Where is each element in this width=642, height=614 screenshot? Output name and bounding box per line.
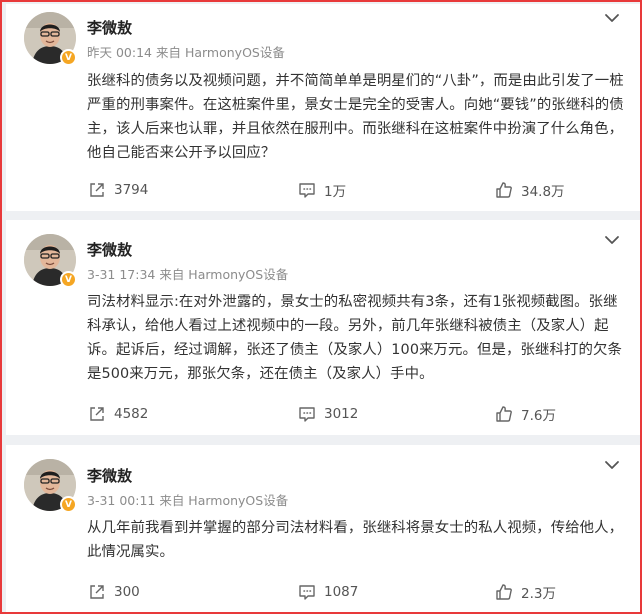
post-meta: 3-31 17:34 来自 HarmonyOS设备 bbox=[87, 267, 289, 282]
comment-button[interactable]: 3012 bbox=[298, 402, 358, 426]
like-button[interactable]: 34.8万 bbox=[495, 178, 565, 202]
author-name[interactable]: 李微敖 bbox=[87, 465, 132, 486]
share-button[interactable]: 300 bbox=[88, 580, 140, 604]
post-actions: 4582 3012 7.6万 bbox=[6, 402, 640, 426]
comment-count: 1087 bbox=[324, 584, 359, 600]
post-meta: 昨天 00:14 来自 HarmonyOS设备 bbox=[87, 45, 285, 60]
thumbs-up-icon bbox=[496, 182, 512, 198]
verified-badge-icon: V bbox=[60, 49, 77, 66]
share-count: 4582 bbox=[114, 406, 149, 422]
share-icon bbox=[90, 585, 104, 599]
post-card: V 李微敖 3-31 17:34 来自 HarmonyOS设备 司法材料显示:在… bbox=[6, 220, 640, 435]
verified-badge-icon: V bbox=[60, 496, 77, 513]
comment-icon bbox=[299, 183, 315, 198]
chevron-down-icon[interactable] bbox=[604, 234, 620, 246]
chevron-down-icon[interactable] bbox=[604, 459, 620, 471]
like-button[interactable]: 2.3万 bbox=[495, 580, 556, 604]
like-count: 34.8万 bbox=[521, 184, 565, 200]
post-actions: 3794 1万 34.8万 bbox=[6, 178, 640, 202]
post-actions: 300 1087 2.3万 bbox=[6, 580, 640, 604]
comment-icon bbox=[299, 407, 315, 422]
like-count: 2.3万 bbox=[521, 586, 556, 602]
comment-count: 3012 bbox=[324, 406, 359, 422]
share-icon bbox=[90, 407, 104, 421]
like-button[interactable]: 7.6万 bbox=[495, 402, 556, 426]
post-text: 从几年前我看到并掌握的部分司法材料看，张继科将景女士的私人视频，传给他人，此情况… bbox=[87, 520, 624, 560]
share-count: 3794 bbox=[114, 182, 149, 198]
post-meta: 3-31 00:11 来自 HarmonyOS设备 bbox=[87, 493, 289, 508]
post-text: 司法材料显示:在对外泄露的，景女士的私密视频共有3条，还有1张视频截图。张继科承… bbox=[87, 294, 622, 382]
share-icon bbox=[90, 183, 104, 197]
feed-frame: V 李微敖 昨天 00:14 来自 HarmonyOS设备 张继科的债务以及视频… bbox=[0, 0, 642, 614]
author-name[interactable]: 李微敖 bbox=[87, 239, 132, 260]
post-card: V 李微敖 3-31 00:11 来自 HarmonyOS设备 从几年前我看到并… bbox=[6, 445, 640, 612]
comment-icon bbox=[299, 585, 315, 600]
like-count: 7.6万 bbox=[521, 408, 556, 424]
share-button[interactable]: 4582 bbox=[88, 402, 148, 426]
comment-count: 1万 bbox=[324, 184, 347, 200]
post-card: V 李微敖 昨天 00:14 来自 HarmonyOS设备 张继科的债务以及视频… bbox=[6, 4, 640, 211]
thumbs-up-icon bbox=[496, 406, 512, 422]
share-button[interactable]: 3794 bbox=[88, 178, 148, 202]
chevron-down-icon[interactable] bbox=[604, 12, 620, 24]
share-count: 300 bbox=[114, 584, 140, 600]
comment-button[interactable]: 1087 bbox=[298, 580, 358, 604]
author-name[interactable]: 李微敖 bbox=[87, 17, 132, 38]
post-text: 张继科的债务以及视频问题，并不简简单单是明星们的“八卦”，而是由此引发了一桩严重… bbox=[87, 73, 624, 161]
thumbs-up-icon bbox=[496, 584, 512, 600]
verified-badge-icon: V bbox=[60, 271, 77, 288]
comment-button[interactable]: 1万 bbox=[298, 178, 346, 202]
